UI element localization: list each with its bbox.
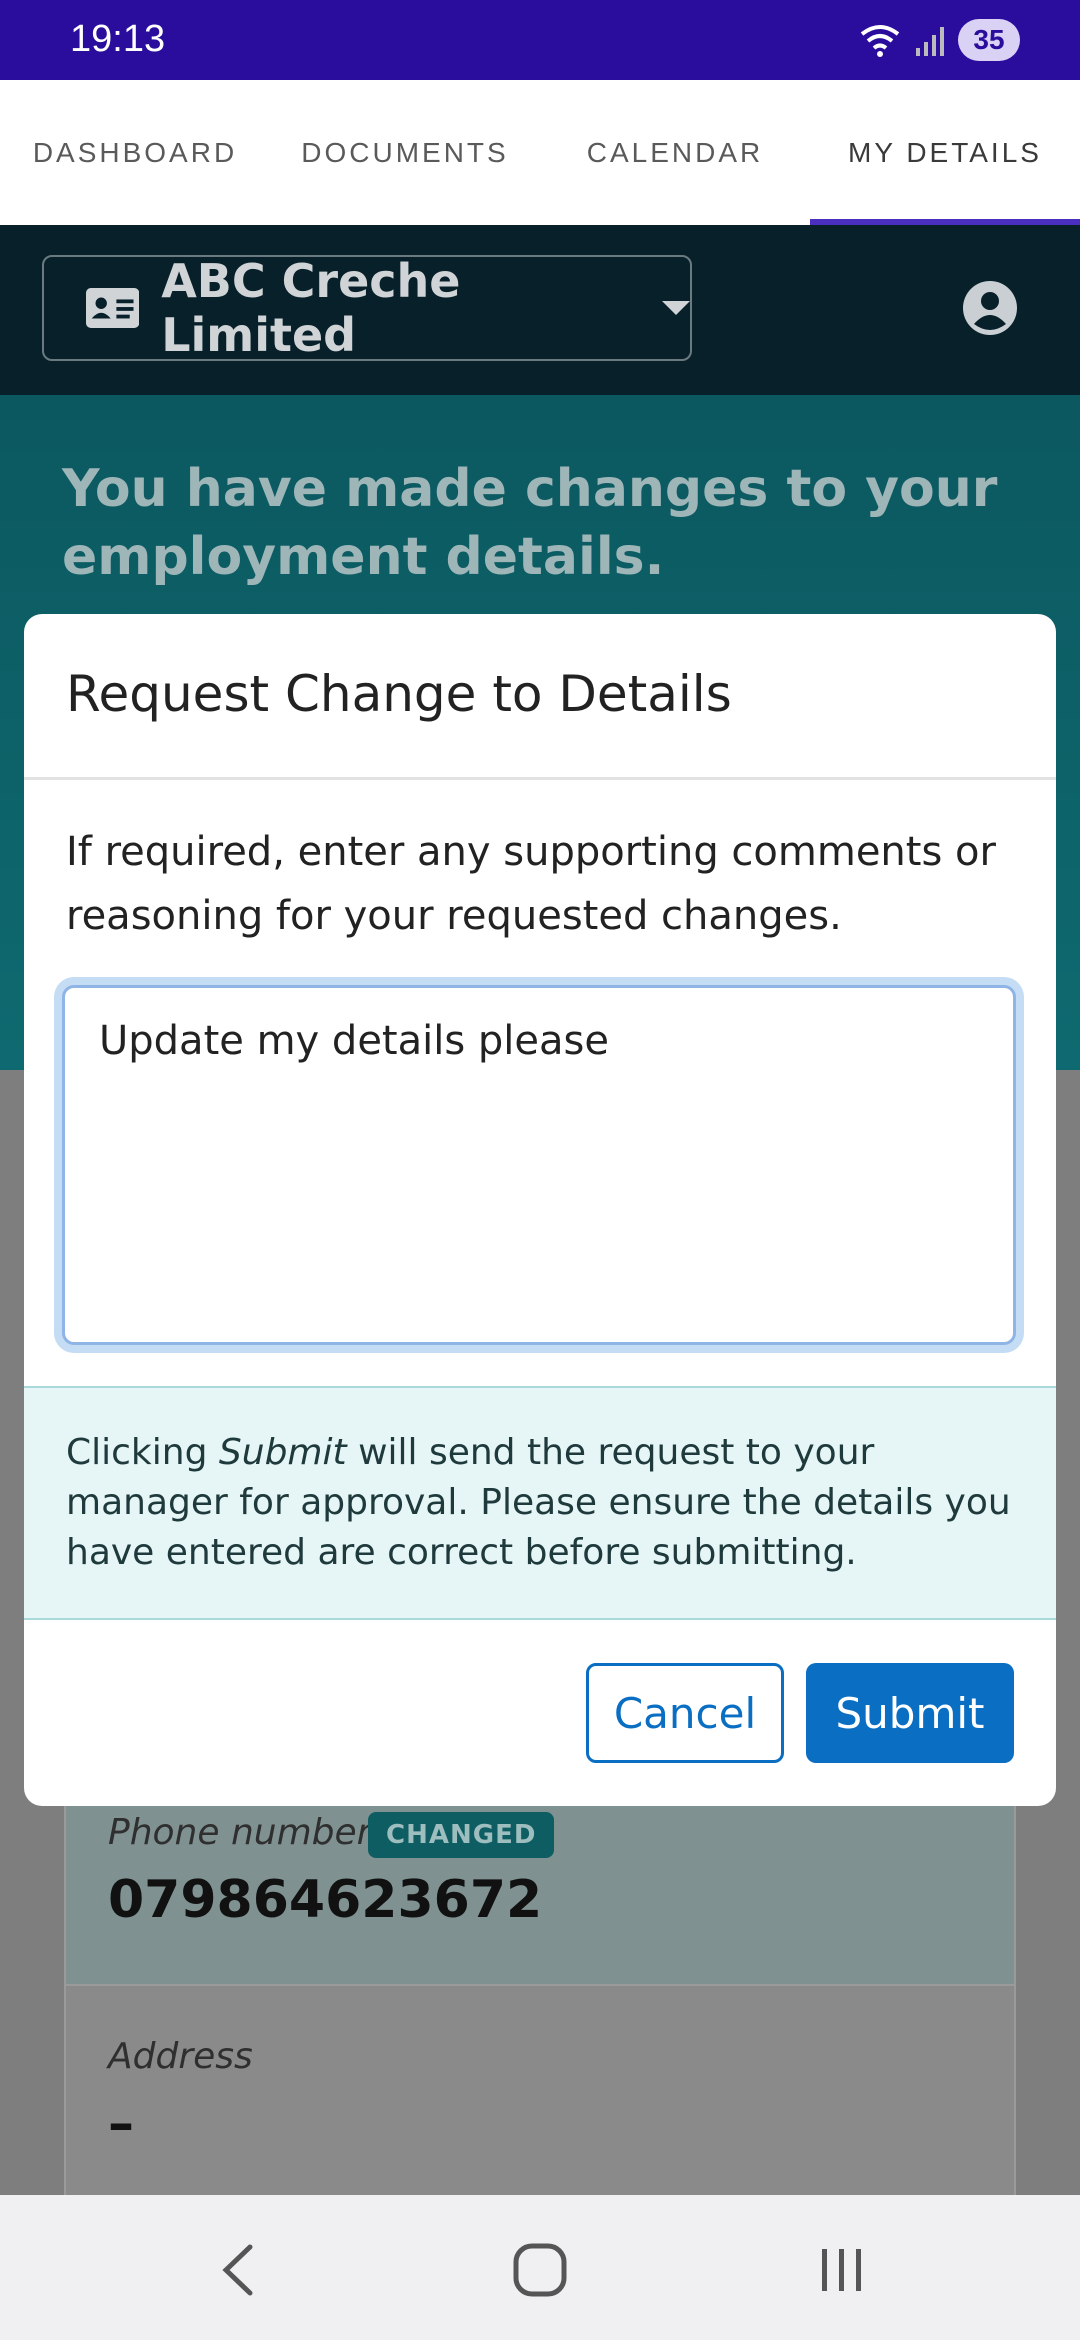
chevron-down-icon [662,301,690,315]
address-label: Address [108,2036,253,2077]
back-icon[interactable] [200,2235,280,2305]
home-icon[interactable] [500,2235,580,2305]
organisation-selector[interactable]: ABC Creche Limited [42,254,692,362]
phone-value: 079864623672 [108,1870,543,1930]
modal-title: Request Change to Details [66,665,732,723]
address-value: – [108,2094,134,2154]
account-icon[interactable] [962,280,1018,336]
tab-documents[interactable]: DOCUMENTS [270,80,540,225]
phone-label: Phone number [108,1812,372,1853]
top-tabs: DASHBOARD DOCUMENTS CALENDAR MY DETAILS [0,80,1080,225]
status-time: 19:13 [70,18,166,60]
tab-calendar[interactable]: CALENDAR [540,80,810,225]
battery-indicator: 35 [958,19,1020,61]
submit-button[interactable]: Submit [806,1663,1014,1763]
modal-divider [24,777,1056,780]
status-icons: 35 [858,14,1020,66]
recent-apps-icon[interactable] [802,2235,882,2305]
cancel-button[interactable]: Cancel [586,1663,784,1763]
signal-icon [916,27,944,56]
comments-textarea[interactable]: Update my details please [62,985,1016,1345]
tab-dashboard[interactable]: DASHBOARD [0,80,270,225]
status-bar: 19:13 35 [0,0,1080,80]
wifi-icon [860,25,900,57]
organisation-name: ABC Creche Limited [161,254,461,362]
banner-message: You have made changes to your employment… [62,459,998,587]
info-emphasis: Submit [218,1432,347,1473]
info-prefix: Clicking [66,1432,219,1473]
id-card-icon [86,288,140,328]
modal-description: If required, enter any supporting commen… [66,829,996,939]
changed-badge: CHANGED [368,1812,555,1858]
tab-my-details[interactable]: MY DETAILS [810,80,1080,225]
info-text: Clicking Submit will send the request to… [66,1428,1026,1578]
